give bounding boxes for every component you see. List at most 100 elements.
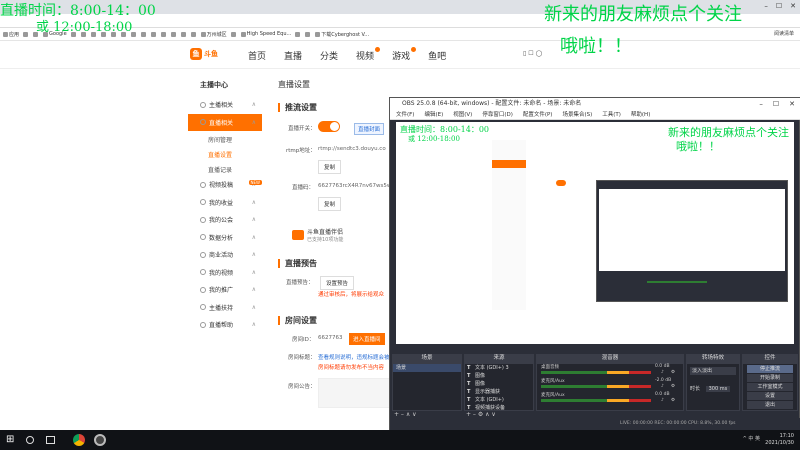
douyu-logo[interactable]: 鱼 斗鱼 [190, 46, 224, 62]
sources-toolbar[interactable]: + – ⚙ ∧ ∨ [466, 411, 496, 418]
sidebar-item[interactable]: 直播相关 ∧ [188, 113, 262, 131]
source-item[interactable]: 文本 (GDI+) [465, 396, 533, 404]
live-cover-link[interactable]: 直播封面 [354, 123, 385, 135]
start-icon[interactable]: ⊞ [6, 434, 18, 446]
set-forecast-button[interactable]: 设置预告 [320, 276, 355, 290]
obs-preview[interactable]: 直播时间：8:00-14：00 或 12:00-18:00 新来的朋友麻烦点个关… [396, 122, 794, 344]
announcement-input[interactable] [318, 378, 396, 408]
bookmark-item[interactable]: 应用 [3, 31, 19, 38]
bookmark-item[interactable]: 万州城区 [200, 31, 227, 38]
obs-taskbar-icon[interactable] [94, 434, 106, 446]
bookmark-item[interactable]: High Speed Equ... [240, 31, 291, 37]
source-item[interactable]: 图像 [465, 372, 533, 380]
obs-menu-item[interactable]: 视图(V) [453, 110, 472, 119]
obs-menu-item[interactable]: 文件(F) [396, 110, 414, 119]
copy-rtmp-button[interactable]: 复制 [318, 160, 342, 174]
stream-code-value[interactable]: 6627763rcX4R7nv67ws5w [318, 183, 391, 189]
source-item[interactable]: 文本 (GDI+) 3 [465, 364, 533, 372]
rtmp-value[interactable]: rtmp://sendtc3.douyu.co [318, 146, 386, 152]
obs-menubar: 文件(F) 编辑(E) 视图(V) 停靠窗口(D) 配置文件(P) 场景集合(S) 工具(T… [390, 110, 800, 120]
bookmark-item[interactable] [190, 31, 197, 37]
sidebar-item[interactable]: 我的推广 ∧ [188, 281, 262, 298]
obs-control-button[interactable]: 设置 [747, 392, 793, 400]
bookmark-item[interactable] [305, 31, 311, 37]
sidebar-item[interactable]: 商业活动 ∧ [188, 246, 262, 263]
obs-window[interactable]: OBS 25.0.8 (64-bit, windows) - 配置文件: 未命名… [389, 97, 800, 430]
sidebar-item-label: 主播相关 [209, 102, 234, 109]
volume-meter[interactable] [541, 385, 651, 388]
copy-code-button[interactable]: 复制 [318, 197, 342, 211]
chrome-icon[interactable] [73, 434, 85, 446]
maximize-icon[interactable]: ☐ [776, 2, 782, 10]
sidebar-item-label: 数据分析 [209, 234, 234, 242]
obs-close-icon[interactable]: ✕ [789, 98, 795, 110]
reading-list[interactable]: 阅读清单 [774, 30, 794, 37]
header-right-icons[interactable]: ▯ ☐ ◯ [523, 50, 542, 57]
taskbar-clock[interactable]: 17:10 2021/10/30 [765, 433, 794, 447]
bookmark-item[interactable] [230, 31, 237, 37]
sidebar-item[interactable]: 数据分析 ∧ [188, 229, 262, 246]
transitions-dock-header: 转场特效 [686, 354, 740, 363]
nav-item[interactable]: 鱼吧 [428, 49, 446, 62]
transition-select[interactable]: 淡入淡出 [690, 367, 736, 375]
bookmark-item[interactable] [180, 31, 187, 37]
bookmark-item[interactable]: 下载Cyberghost V... [315, 31, 369, 38]
gear-icon[interactable]: ⚙ [671, 370, 675, 375]
gear-icon[interactable]: ⚙ [671, 398, 675, 403]
nav-item[interactable]: 视频 [356, 47, 381, 62]
room-id-value: 6627763 [318, 335, 343, 341]
nav-item[interactable]: 分类 [320, 49, 338, 62]
search-icon[interactable] [26, 436, 34, 444]
task-view-icon[interactable] [46, 436, 55, 444]
source-item[interactable]: 显示器捕获 [465, 388, 533, 396]
bookmark-item[interactable] [295, 31, 301, 37]
obs-menu-item[interactable]: 停靠窗口(D) [482, 110, 513, 119]
sidebar-item[interactable]: 我的收益 ∧ [188, 194, 262, 211]
nav-item[interactable]: 直播 [284, 49, 302, 62]
sidebar-item[interactable]: 直播帮助 ∧ [188, 316, 262, 333]
obs-title-text: OBS 25.0.8 (64-bit, windows) - 配置文件: 未命名… [402, 100, 582, 107]
chevron-icon: ∧ [251, 251, 256, 258]
speaker-icon[interactable]: ♪ [661, 370, 664, 375]
obs-control-button[interactable]: 退出 [747, 401, 793, 409]
minimize-icon[interactable]: – [764, 2, 768, 10]
companion-promo[interactable]: 斗鱼直播伴侣 已支持10项功能 [292, 224, 392, 246]
obs-maximize-icon[interactable]: ☐ [773, 98, 779, 110]
scene-item[interactable]: 场景 [393, 364, 461, 372]
sidebar-item[interactable]: 我的公会 ∧ [188, 211, 262, 228]
sidebar-item[interactable]: 视频投稿∧NEW [188, 176, 262, 193]
obs-control-button[interactable]: 工作室模式 [747, 383, 793, 391]
source-item[interactable]: 图像 [465, 380, 533, 388]
obs-minimize-icon[interactable]: – [759, 98, 763, 110]
speaker-icon[interactable]: ♪ [661, 384, 664, 389]
duration-input[interactable]: 300 ms [705, 386, 731, 392]
sidebar-item[interactable]: 主播相关 ∧ [188, 96, 262, 113]
nav-item[interactable]: 首页 [248, 49, 266, 62]
obs-menu-item[interactable]: 配置文件(P) [523, 110, 553, 119]
bookmark-item[interactable] [160, 31, 167, 37]
nav-item[interactable]: 游戏 [392, 47, 417, 62]
close-icon[interactable]: ✕ [790, 2, 796, 10]
obs-menu-item[interactable]: 帮助(H) [631, 110, 650, 119]
gear-icon[interactable]: ⚙ [671, 384, 675, 389]
scenes-toolbar[interactable]: + – ∧ ∨ [394, 411, 417, 418]
obs-control-button[interactable]: 开始录制 [747, 374, 793, 382]
volume-meter[interactable] [541, 371, 651, 374]
bookmark-item[interactable] [23, 31, 29, 37]
bookmark-icon [315, 31, 321, 37]
obs-menu-item[interactable]: 场景集合(S) [562, 110, 592, 119]
obs-control-button[interactable]: 停止推流 [747, 365, 793, 373]
mini-obs-preview [599, 189, 785, 271]
bookmark-item[interactable] [140, 31, 147, 37]
system-tray[interactable]: ^ 中 英 [743, 435, 760, 442]
speaker-icon[interactable]: ♪ [661, 398, 664, 403]
sidebar-item[interactable]: 我的视频 ∧ [188, 264, 262, 281]
obs-menu-item[interactable]: 工具(T) [602, 110, 621, 119]
volume-meter[interactable] [541, 399, 651, 402]
enter-room-button[interactable]: 进入直播间 [349, 333, 385, 345]
bookmark-item[interactable] [150, 31, 157, 37]
sidebar-item[interactable]: 主播扶持 ∧ [188, 299, 262, 316]
bookmark-item[interactable] [170, 31, 177, 37]
live-switch-toggle[interactable] [318, 121, 340, 132]
obs-menu-item[interactable]: 编辑(E) [424, 110, 443, 119]
